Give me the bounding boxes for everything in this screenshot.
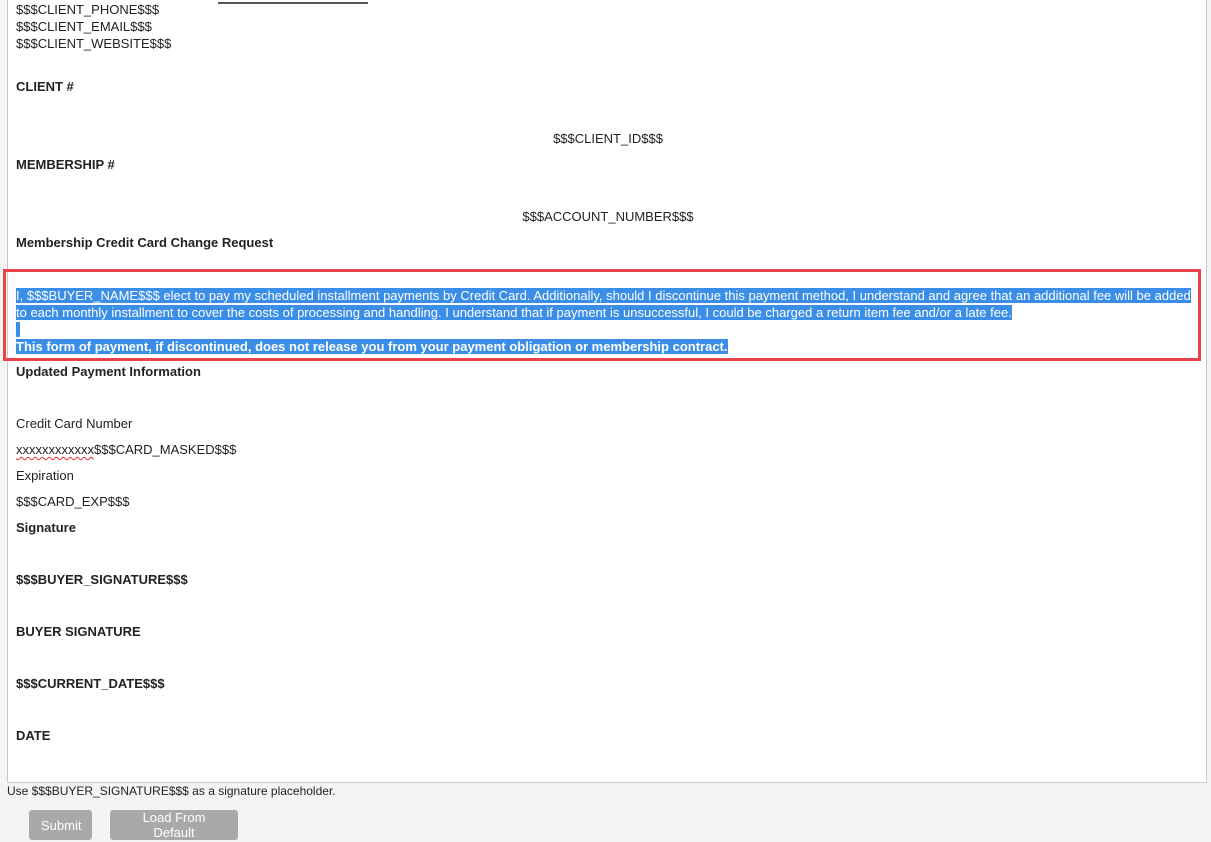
selection-blank: [16, 322, 20, 337]
cut-off-content: [218, 0, 368, 4]
selected-notice-paragraph[interactable]: This form of payment, if discontinued, d…: [16, 338, 1204, 355]
client-phone-placeholder: $$$CLIENT_PHONE$$$: [16, 2, 160, 17]
card-exp-placeholder: $$$CARD_EXP$$$: [16, 494, 130, 509]
submit-button[interactable]: Submit: [29, 810, 92, 840]
notice-text: This form of payment, if discontinued, d…: [16, 339, 728, 354]
payment-heading: Updated Payment Information: [16, 364, 201, 379]
buyer-signature-label: BUYER SIGNATURE: [16, 624, 141, 639]
signature-label: Signature: [16, 520, 76, 535]
request-title: Membership Credit Card Change Request: [16, 235, 274, 250]
load-from-default-button[interactable]: Load From Default: [110, 810, 238, 840]
selected-blank-line: [16, 321, 1204, 338]
signature-hint: Use $$$BUYER_SIGNATURE$$$ as a signature…: [7, 784, 336, 798]
client-id-placeholder: $$$CLIENT_ID$$$: [553, 131, 663, 146]
expiration-label: Expiration: [16, 468, 74, 483]
buyer-signature-placeholder: $$$BUYER_SIGNATURE$$$: [16, 572, 188, 587]
card-masked-placeholder: $$$CARD_MASKED$$$: [94, 442, 237, 457]
date-label: DATE: [16, 728, 51, 743]
card-number-label: Credit Card Number: [16, 416, 133, 431]
agreement-text: I, $$$BUYER_NAME$$$ elect to pay my sche…: [16, 288, 1191, 320]
client-email-placeholder: $$$CLIENT_EMAIL$$$: [16, 19, 152, 34]
selected-agreement-paragraph[interactable]: I, $$$BUYER_NAME$$$ elect to pay my sche…: [16, 287, 1204, 321]
spellcheck-masked-prefix: xxxxxxxxxxxx: [16, 442, 94, 457]
template-editor[interactable]: $$$CLIENT_PHONE$$$ $$$CLIENT_EMAIL$$$ $$…: [7, 0, 1207, 783]
current-date-placeholder: $$$CURRENT_DATE$$$: [16, 676, 165, 691]
account-number-placeholder: $$$ACCOUNT_NUMBER$$$: [522, 209, 694, 224]
card-number-row: xxxxxxxxxxxx$$$CARD_MASKED$$$: [16, 441, 236, 458]
membership-number-label: MEMBERSHIP #: [16, 157, 115, 172]
client-number-label: CLIENT #: [16, 79, 74, 94]
client-website-placeholder: $$$CLIENT_WEBSITE$$$: [16, 36, 172, 51]
